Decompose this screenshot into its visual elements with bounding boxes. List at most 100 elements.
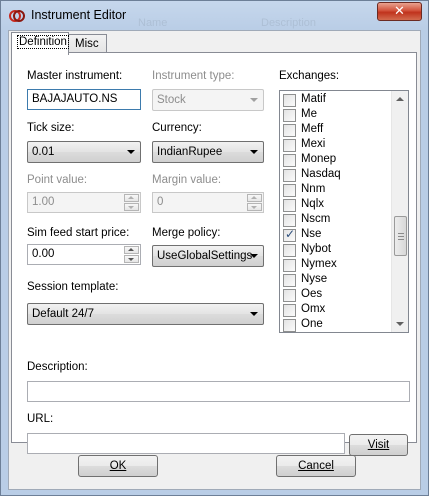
checkbox-icon[interactable]	[283, 169, 296, 182]
instrument-type-select[interactable]: Stock	[152, 89, 264, 111]
spin-down-button[interactable]	[124, 203, 139, 211]
point-value-spinner[interactable]: 1.00	[27, 192, 141, 213]
checkbox-icon[interactable]	[283, 154, 296, 167]
close-button[interactable]: ✕	[377, 2, 422, 21]
tab-misc-label: Misc	[75, 38, 99, 50]
currency-label: Currency:	[152, 122, 202, 134]
exchange-item-label: Nnm	[301, 183, 326, 195]
tab-definition-label: Definition	[17, 35, 69, 49]
visit-button[interactable]: Visit	[349, 434, 408, 456]
exchange-item-label: Nasdaq	[301, 168, 341, 180]
ok-button[interactable]: OK	[78, 455, 158, 477]
exchange-item-label: One	[301, 318, 323, 330]
exchange-item-label: Nybot	[301, 243, 332, 255]
merge-policy-label: Merge policy:	[152, 227, 221, 239]
checkbox-icon[interactable]	[283, 184, 296, 197]
chevron-down-icon	[250, 254, 258, 258]
exchange-item-label: Nyse	[301, 273, 328, 285]
chevron-down-icon	[250, 98, 258, 102]
exchange-item-label: Monep	[301, 153, 337, 165]
checkbox-icon[interactable]	[283, 319, 296, 332]
master-instrument-input[interactable]: BAJAJAUTO.NS	[27, 89, 141, 110]
exchanges-listbox[interactable]: Matif Me Meff Mexi Monep Nasdaq Nnm Nqlx Nscm Nse…	[279, 90, 409, 333]
exchange-item-label: Nymex	[301, 258, 337, 270]
chevron-down-icon	[250, 312, 258, 316]
sim-feed-start-price-spinner[interactable]: 0.00	[27, 244, 141, 265]
instrument-editor-window: Instrument Editor Name Description ✕ Def…	[0, 0, 429, 496]
exchange-item-label: Matif	[301, 93, 326, 105]
ghost-header-description: Description	[261, 17, 317, 29]
checkbox-icon[interactable]	[283, 227, 296, 242]
checkbox-icon[interactable]	[283, 124, 296, 137]
description-label: Description:	[27, 361, 88, 373]
exchange-item-label: Meff	[301, 123, 324, 135]
exchange-item-label: Omx	[301, 303, 326, 315]
scroll-up-arrow-icon[interactable]	[396, 97, 404, 101]
dialog-client-area: Definition Misc Master instrument: BAJAJ…	[8, 30, 421, 490]
tick-size-label: Tick size:	[27, 122, 75, 134]
checkbox-icon[interactable]	[283, 109, 296, 122]
exchange-item-label: Me	[301, 108, 317, 120]
ghost-header-name: Name	[138, 17, 168, 29]
exchange-item-label: Oes	[301, 288, 323, 300]
session-template-select[interactable]: Default 24/7	[27, 303, 264, 325]
scrollbar-thumb[interactable]	[394, 216, 407, 256]
description-input[interactable]	[27, 381, 410, 402]
spin-up-button[interactable]	[247, 194, 262, 202]
definition-panel: Master instrument: BAJAJAUTO.NS Instrume…	[11, 52, 417, 454]
tab-definition[interactable]: Definition	[11, 32, 69, 55]
session-template-value: Default 24/7	[32, 308, 95, 320]
spin-up-button[interactable]	[124, 246, 139, 254]
spin-up-button[interactable]	[124, 194, 139, 202]
checkbox-icon[interactable]	[283, 244, 296, 257]
exchange-item-label: Mexi	[301, 138, 326, 150]
checkbox-icon[interactable]	[283, 304, 296, 317]
title-bar[interactable]: Instrument Editor Name Description ✕	[1, 1, 428, 30]
visit-button-label: Visit	[367, 439, 390, 451]
tick-size-select[interactable]: 0.01	[27, 141, 141, 163]
ok-button-label: OK	[109, 460, 127, 472]
instrument-type-value: Stock	[157, 94, 186, 106]
checkbox-icon[interactable]	[283, 214, 296, 227]
grip-line	[398, 233, 404, 234]
point-value-value: 1.00	[32, 196, 55, 208]
cancel-button[interactable]: Cancel	[276, 455, 356, 477]
url-label: URL:	[27, 413, 54, 425]
spinner-arrows-icon	[124, 194, 139, 211]
margin-value-value: 0	[157, 196, 164, 208]
exchanges-scrollbar[interactable]	[391, 91, 408, 332]
url-input[interactable]	[27, 433, 345, 454]
window-title: Instrument Editor	[31, 8, 127, 22]
currency-select[interactable]: IndianRupee	[152, 141, 264, 163]
tick-size-value: 0.01	[32, 146, 55, 158]
checkbox-icon[interactable]	[283, 289, 296, 302]
checkbox-icon[interactable]	[283, 94, 296, 107]
spin-down-button[interactable]	[124, 255, 139, 263]
checkbox-icon[interactable]	[283, 199, 296, 212]
scroll-down-arrow-icon[interactable]	[396, 322, 404, 326]
point-value-label: Point value:	[27, 174, 88, 186]
spinner-arrows-icon	[247, 194, 262, 211]
checkbox-icon[interactable]	[283, 259, 296, 272]
checkbox-icon[interactable]	[283, 139, 296, 152]
close-icon: ✕	[394, 4, 405, 19]
grip-line	[398, 239, 404, 240]
session-template-label: Session template:	[27, 281, 119, 293]
exchange-item-label: Nse	[301, 228, 322, 240]
master-instrument-label: Master instrument:	[27, 70, 123, 82]
chevron-down-icon	[250, 150, 258, 154]
cancel-button-label: Cancel	[298, 460, 334, 472]
merge-policy-select[interactable]: UseGlobalSettings	[152, 245, 264, 267]
margin-value-spinner[interactable]: 0	[152, 192, 264, 213]
sim-feed-start-price-value: 0.00	[32, 248, 55, 260]
exchange-item-label: Nqlx	[301, 198, 325, 210]
tab-misc[interactable]: Misc	[68, 34, 107, 53]
instrument-type-label: Instrument type:	[152, 70, 235, 82]
sim-feed-start-price-label: Sim feed start price:	[27, 227, 130, 239]
grip-line	[398, 236, 404, 237]
margin-value-label: Margin value:	[152, 174, 222, 186]
merge-policy-value: UseGlobalSettings	[157, 250, 253, 262]
exchanges-label: Exchanges:	[279, 70, 340, 82]
spin-down-button[interactable]	[247, 203, 262, 211]
checkbox-icon[interactable]	[283, 274, 296, 287]
